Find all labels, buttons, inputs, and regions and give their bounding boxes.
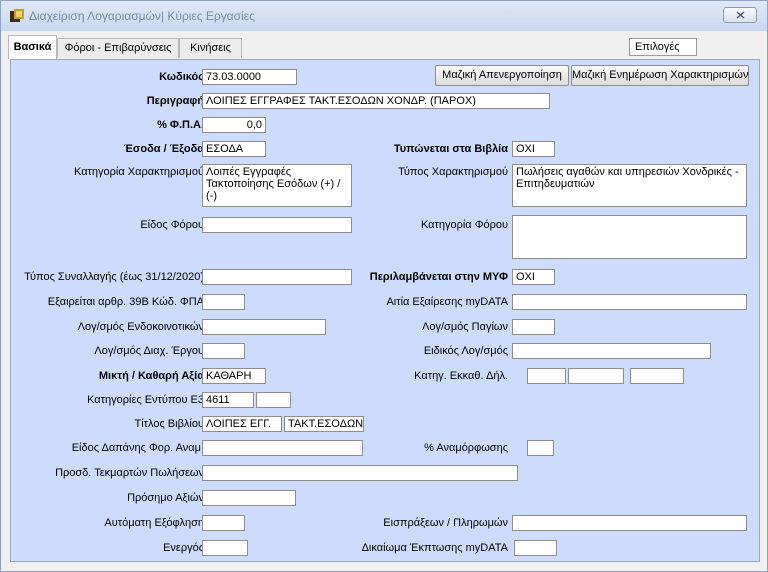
mydata-deduction-right-label: Δικαίωμα Έκπτωσης myDATA bbox=[361, 542, 508, 554]
project-management-account-field[interactable] bbox=[202, 343, 245, 359]
mydata-exclusion-reason-field[interactable] bbox=[512, 294, 747, 310]
close-button[interactable] bbox=[723, 7, 757, 23]
revaluation-field[interactable] bbox=[527, 440, 554, 456]
e3-categories-field-2[interactable] bbox=[256, 392, 291, 408]
special-account-field[interactable] bbox=[512, 343, 711, 359]
intra-community-account-label: Λογ/σμός Ενδοκοινοτικών bbox=[77, 321, 204, 333]
value-sign-field[interactable] bbox=[202, 490, 296, 506]
title-bar: Διαχείριση Λογαριασμών| Κύριες Εργασίες bbox=[1, 1, 767, 31]
intra-community-account-field[interactable] bbox=[202, 319, 326, 335]
description-label: Περιγραφή bbox=[146, 95, 204, 107]
fixed-assets-account-field[interactable] bbox=[512, 319, 555, 335]
window-title: Διαχείριση Λογαριασμών| Κύριες Εργασίες bbox=[29, 9, 255, 23]
value-sign-label: Πρόσημο Αξιών bbox=[127, 492, 204, 504]
auto-settlement-field[interactable] bbox=[202, 515, 245, 531]
main-window: Διαχείριση Λογαριασμών| Κύριες Εργασίες … bbox=[0, 0, 768, 572]
active-field[interactable] bbox=[202, 540, 248, 556]
receipts-payments-field[interactable] bbox=[512, 515, 747, 531]
book-title-field-1[interactable]: ΛΟΙΠΕΣ ΕΓΓ. bbox=[202, 416, 282, 432]
tab-movements[interactable]: Κινήσεις bbox=[179, 38, 242, 58]
fixed-assets-account-label: Λογ/σμός Παγίων bbox=[422, 321, 508, 333]
e3-categories-field-1[interactable]: 4611 bbox=[202, 392, 254, 408]
excluded-39b-label: Εξαιρείται αρθρ. 39Β Κώδ. ΦΠΑ bbox=[47, 296, 204, 308]
transaction-type-field[interactable] bbox=[202, 269, 352, 285]
transaction-type-label: Τύπος Συναλλαγής (έως 31/12/2020) bbox=[24, 271, 204, 283]
active-label: Ενεργός bbox=[163, 542, 204, 554]
included-myf-label: Περιλαμβάνεται στην ΜΥΦ bbox=[369, 271, 508, 283]
expense-kind-field[interactable] bbox=[202, 440, 363, 456]
vat-label: % Φ.Π.Α. bbox=[157, 119, 204, 131]
code-label: Κωδικός bbox=[159, 71, 204, 83]
auto-settlement-label: Αυτόματη Εξόφληση bbox=[104, 517, 204, 529]
classification-category-label: Κατηγορία Χαρακτηρισμού bbox=[74, 166, 204, 178]
printed-in-books-label: Τυπώνεται στα Βιβλία bbox=[393, 143, 508, 155]
tax-category-field[interactable] bbox=[512, 215, 747, 259]
gross-net-value-field[interactable]: ΚΑΘΑΡΗ bbox=[202, 368, 266, 384]
e3-categories-label: Κατηγορίες Εντύπου Ε3 bbox=[87, 394, 204, 406]
revaluation-label: % Αναμόρφωσης bbox=[424, 442, 508, 454]
excluded-39b-field[interactable] bbox=[202, 294, 245, 310]
printed-in-books-field[interactable]: ΟΧΙ bbox=[512, 141, 555, 157]
sales-evidence-add-label: Προσδ. Τεκμαρτών Πωλήσεων bbox=[55, 467, 204, 479]
tax-kind-field[interactable] bbox=[202, 217, 352, 233]
close-icon bbox=[736, 11, 745, 19]
description-field[interactable]: ΛΟΙΠΕΣ ΕΓΓΡΑΦΕΣ ΤΑΚΤ.ΕΣΟΔΩΝ ΧΟΝΔΡ. (ΠΑΡΟ… bbox=[202, 93, 550, 109]
classification-type-label: Τύπος Χαρακτηρισμού bbox=[398, 166, 508, 178]
classification-category-field[interactable]: Λοιπές Εγγραφές Τακτοποίησης Εσόδων (+) … bbox=[202, 164, 352, 207]
mydata-exclusion-reason-label: Αιτία Εξαίρεσης myDATA bbox=[386, 296, 508, 308]
settlement-category-label: Κατηγ. Εκκαθ. Δήλ. bbox=[414, 370, 508, 382]
expense-kind-label: Είδος Δαπάνης Φορ. Αναμ. bbox=[71, 442, 204, 454]
income-expense-label: Έσοδα / Έξοδα bbox=[123, 143, 204, 155]
book-title-label: Τίτλος Βιβλίου bbox=[134, 418, 204, 430]
basic-tab-panel: Κωδικός 73.03.0000 Μαζική Απενεργοποίηση… bbox=[10, 59, 760, 562]
special-account-label: Ειδικός Λογ/σμός bbox=[423, 345, 508, 357]
app-logo-icon bbox=[10, 9, 24, 22]
sales-evidence-add-field[interactable] bbox=[202, 465, 518, 481]
included-myf-field[interactable]: ΟΧΙ bbox=[512, 269, 555, 285]
vat-field[interactable]: 0,0 bbox=[202, 117, 266, 133]
tab-taxes-charges[interactable]: Φόροι - Επιβαρύνσεις bbox=[57, 38, 179, 58]
tab-basic[interactable]: Βασικά bbox=[8, 35, 57, 59]
mass-update-classifications-button[interactable]: Μαζική Ενημέρωση Χαρακτηρισμών bbox=[571, 65, 749, 86]
classification-type-field[interactable]: Πωλήσεις αγαθών και υπηρεσιών Χονδρικές … bbox=[512, 164, 747, 207]
mass-deactivate-button[interactable]: Μαζική Απενεργοποίηση bbox=[435, 65, 569, 86]
settlement-category-field-1[interactable] bbox=[527, 368, 566, 384]
receipts-payments-label: Εισπράξεων / Πληρωμών bbox=[383, 517, 508, 529]
book-title-field-2[interactable]: ΤΑΚΤ.ΕΣΟΔΩΝ bbox=[284, 416, 364, 432]
tax-category-label: Κατηγορία Φόρου bbox=[420, 219, 508, 231]
options-button[interactable]: Επιλογές bbox=[629, 38, 697, 56]
settlement-category-field-3[interactable] bbox=[630, 368, 684, 384]
project-management-account-label: Λογ/σμός Διαχ. Έργου bbox=[94, 345, 204, 357]
gross-net-value-label: Μικτή / Καθαρή Αξία bbox=[98, 370, 204, 382]
income-expense-field[interactable]: ΕΣΟΔΑ bbox=[202, 141, 266, 157]
code-field[interactable]: 73.03.0000 bbox=[202, 69, 297, 85]
tax-kind-label: Είδος Φόρου bbox=[140, 219, 204, 231]
mydata-deduction-right-field[interactable] bbox=[514, 540, 557, 556]
settlement-category-field-2[interactable] bbox=[568, 368, 624, 384]
